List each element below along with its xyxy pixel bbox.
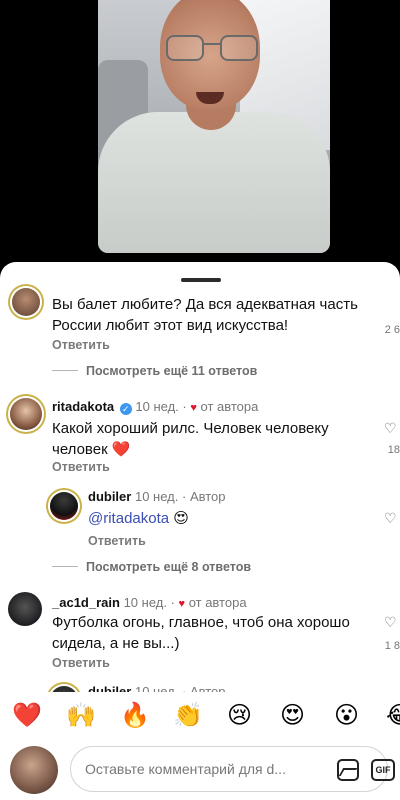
emoji-clap[interactable]: 👏 xyxy=(173,702,203,730)
comment-input-placeholder: Оставьте комментарий для d... xyxy=(85,761,286,777)
emoji-heart[interactable]: ❤️ xyxy=(12,702,42,730)
emoji-raised-hands[interactable]: 🙌 xyxy=(66,702,96,730)
author-badge: Автор xyxy=(189,684,226,692)
reel-video-frame[interactable] xyxy=(98,0,330,253)
emoji-cry[interactable]: 😢 xyxy=(227,702,252,730)
comment-input-row: Оставьте комментарий для d... GIF xyxy=(0,738,400,800)
emoji-fire[interactable]: 🔥 xyxy=(120,702,150,730)
image-icon[interactable] xyxy=(337,759,359,781)
current-user-avatar xyxy=(10,746,58,794)
timestamp: 10 нед. xyxy=(134,684,179,692)
gif-icon[interactable]: GIF xyxy=(371,759,395,781)
emoji-heart-eyes[interactable]: 😍 xyxy=(280,702,305,730)
comments-sheet: Вы балет любите? Да вся адекватная часть… xyxy=(0,262,400,800)
username[interactable]: dubiler xyxy=(88,684,131,692)
reply-item-partial: dubiler 10 нед. · Автор xyxy=(0,262,400,692)
comment-input[interactable]: Оставьте комментарий для d... GIF xyxy=(70,746,395,792)
person-shirt xyxy=(98,112,330,253)
emoji-laugh[interactable]: 😂 xyxy=(386,702,400,730)
glasses xyxy=(166,35,258,63)
emoji-surprised[interactable]: 😮 xyxy=(334,702,359,730)
comment-meta: dubiler 10 нед. · Автор xyxy=(88,684,226,692)
emoji-reaction-bar: ❤️ 🙌 🔥 👏 😢 😍 😮 😂 xyxy=(0,692,400,738)
